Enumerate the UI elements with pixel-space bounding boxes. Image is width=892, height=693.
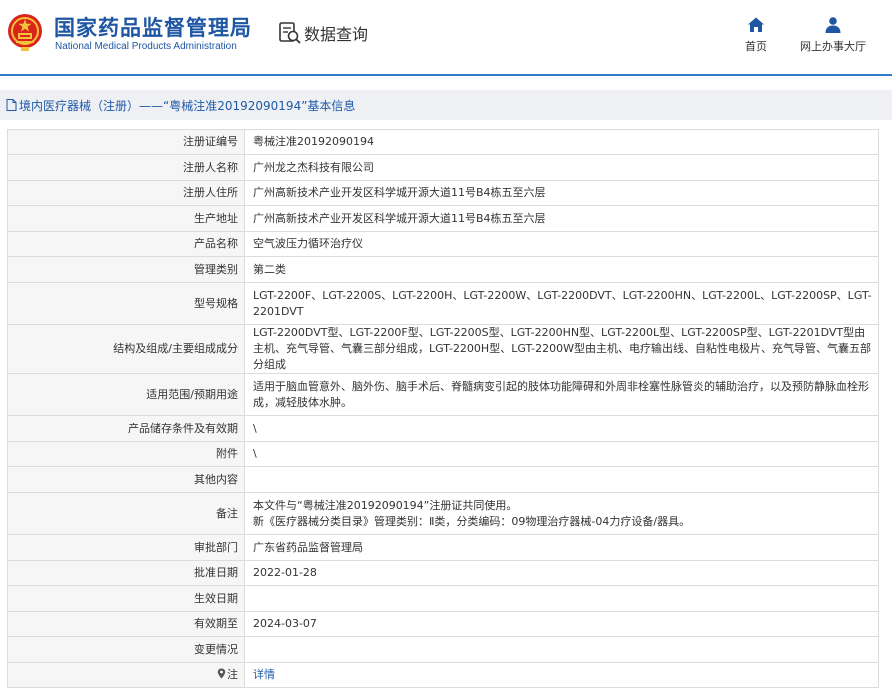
remark-line: 本文件与“粤械注准20192090194”注册证共同使用。: [253, 498, 518, 512]
field-value: 空气波压力循环治疗仪: [244, 231, 879, 257]
field-label: 注册证编号: [7, 129, 245, 155]
national-emblem-icon: [8, 14, 42, 51]
field-value: LGT-2200F、LGT-2200S、LGT-2200H、LGT-2200W、…: [244, 282, 879, 325]
field-label: 注册人名称: [7, 154, 245, 181]
field-label: 备注: [7, 492, 245, 535]
table-row: 注 详情: [7, 662, 879, 688]
field-value: LGT-2200DVT型、LGT-2200F型、LGT-2200S型、LGT-2…: [244, 324, 879, 374]
field-value: \: [244, 415, 879, 442]
field-value: 粤械注准20192090194: [244, 129, 879, 155]
data-query-link[interactable]: 数据查询: [278, 21, 368, 45]
field-value: 2024-03-07: [244, 611, 879, 637]
data-query-label: 数据查询: [304, 25, 369, 44]
field-label: 产品储存条件及有效期: [7, 415, 245, 442]
field-label: 产品名称: [7, 231, 245, 257]
field-value: [244, 585, 879, 612]
org-name-cn[interactable]: 国家药品监督管理局: [54, 12, 252, 42]
field-value: [244, 636, 879, 663]
field-value: 本文件与“粤械注准20192090194”注册证共同使用。 新《医疗器械分类目录…: [244, 492, 879, 535]
table-row: 附件 \: [7, 441, 879, 467]
field-label: 型号规格: [7, 282, 245, 325]
pin-icon: [217, 668, 226, 679]
field-value: [244, 466, 879, 493]
nav-online-service[interactable]: 网上办事大厅: [800, 16, 866, 54]
table-row: 其他内容: [7, 466, 879, 493]
table-row: 备注 本文件与“粤械注准20192090194”注册证共同使用。 新《医疗器械分…: [7, 492, 879, 535]
nav-home[interactable]: 首页: [745, 16, 767, 54]
header-divider: [0, 74, 892, 76]
field-value: \: [244, 441, 879, 467]
field-label: 有效期至: [7, 611, 245, 637]
site-header: 国家药品监督管理局 National Medical Products Admi…: [0, 0, 892, 76]
remark-line: 新《医疗器械分类目录》管理类别：Ⅱ类，分类编码：09物理治疗器械-04力疗设备/…: [253, 514, 691, 528]
field-value: 广州高新技术产业开发区科学城开源大道11号B4栋五至六层: [244, 205, 879, 232]
table-row: 生效日期: [7, 585, 879, 612]
field-label: 适用范围/预期用途: [7, 373, 245, 416]
table-row: 有效期至 2024-03-07: [7, 611, 879, 637]
field-value: 2022-01-28: [244, 560, 879, 586]
table-row: 生产地址 广州高新技术产业开发区科学城开源大道11号B4栋五至六层: [7, 205, 879, 232]
table-row: 注册人住所 广州高新技术产业开发区科学城开源大道11号B4栋五至六层: [7, 180, 879, 206]
field-label: 生效日期: [7, 585, 245, 612]
field-value: 详情: [244, 662, 879, 688]
table-row: 产品储存条件及有效期 \: [7, 415, 879, 442]
field-label: 生产地址: [7, 205, 245, 232]
table-row: 注册人名称 广州龙之杰科技有限公司: [7, 154, 879, 181]
user-icon: [825, 17, 841, 33]
field-label: 审批部门: [7, 534, 245, 561]
breadcrumb-text: 境内医疗器械（注册）——“粤械注准20192090194”基本信息: [19, 98, 356, 113]
registration-detail-table: 注册证编号 粤械注准20192090194 注册人名称 广州龙之杰科技有限公司 …: [7, 129, 879, 688]
document-search-icon: [279, 22, 301, 44]
field-label: 附件: [7, 441, 245, 467]
nav-online-service-label: 网上办事大厅: [800, 40, 866, 53]
table-row: 结构及组成/主要组成成分 LGT-2200DVT型、LGT-2200F型、LGT…: [7, 324, 879, 374]
details-link[interactable]: 详情: [253, 668, 275, 681]
nav-home-label: 首页: [745, 40, 767, 53]
home-icon: [748, 17, 764, 32]
document-icon: [6, 99, 17, 111]
field-value: 第二类: [244, 256, 879, 283]
field-label: 批准日期: [7, 560, 245, 586]
org-name-en[interactable]: National Medical Products Administration: [55, 41, 237, 52]
field-label-text: 注: [227, 668, 238, 681]
field-value: 广东省药品监督管理局: [244, 534, 879, 561]
table-row: 管理类别 第二类: [7, 256, 879, 283]
field-label: 变更情况: [7, 636, 245, 663]
field-label: 注册人住所: [7, 180, 245, 206]
field-label: 结构及组成/主要组成成分: [7, 324, 245, 374]
table-row: 注册证编号 粤械注准20192090194: [7, 129, 879, 155]
table-row: 审批部门 广东省药品监督管理局: [7, 534, 879, 561]
field-value: 广州龙之杰科技有限公司: [244, 154, 879, 181]
table-row: 型号规格 LGT-2200F、LGT-2200S、LGT-2200H、LGT-2…: [7, 282, 879, 325]
field-label: 其他内容: [7, 466, 245, 493]
field-value: 广州高新技术产业开发区科学城开源大道11号B4栋五至六层: [244, 180, 879, 206]
field-value: 适用于脑血管意外、脑外伤、脑手术后、脊髓病变引起的肢体功能障碍和外周非栓塞性脉管…: [244, 373, 879, 416]
breadcrumb: 境内医疗器械（注册）——“粤械注准20192090194”基本信息: [0, 90, 892, 120]
table-row: 变更情况: [7, 636, 879, 663]
field-label: 注: [7, 662, 245, 688]
field-label: 管理类别: [7, 256, 245, 283]
table-row: 批准日期 2022-01-28: [7, 560, 879, 586]
table-row: 适用范围/预期用途 适用于脑血管意外、脑外伤、脑手术后、脊髓病变引起的肢体功能障…: [7, 373, 879, 416]
table-row: 产品名称 空气波压力循环治疗仪: [7, 231, 879, 257]
